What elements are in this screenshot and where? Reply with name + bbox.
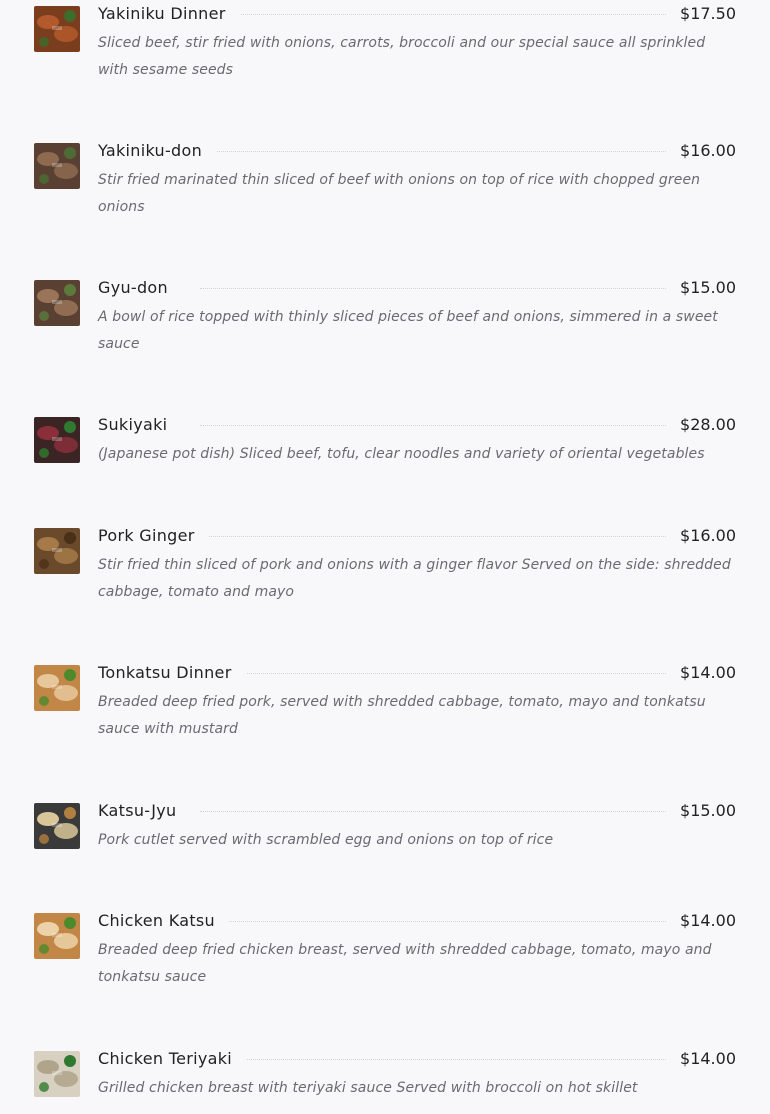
item-price: $17.50 (666, 4, 736, 24)
item-price: $16.00 (666, 526, 736, 546)
dotted-leader (200, 673, 670, 674)
item-price: $14.00 (666, 663, 736, 683)
dotted-leader (200, 536, 670, 537)
item-description: Breaded deep fried pork, served with shr… (98, 694, 706, 737)
item-price: $15.00 (666, 278, 736, 298)
item-name: Sukiyaki (98, 415, 182, 435)
item-price: $16.00 (666, 141, 736, 161)
item-description: Sliced beef, stir fried with onions, car… (98, 35, 706, 78)
item-description: Stir fried thin sliced of pork and onion… (98, 557, 731, 600)
item-description: A bowl of rice topped with thinly sliced… (98, 309, 718, 352)
item-name: Chicken Teriyaki (98, 1049, 247, 1069)
dotted-leader (200, 811, 670, 812)
item-name: Katsu-Jyu (98, 801, 191, 821)
item-price: $28.00 (666, 415, 736, 435)
item-description: Grilled chicken breast with teriyaki sau… (98, 1080, 638, 1096)
item-price: $15.00 (666, 801, 736, 821)
item-description: Stir fried marinated thin sliced of beef… (98, 172, 701, 215)
item-name: Yakiniku-don (98, 141, 217, 161)
item-description: Breaded deep fried chicken breast, serve… (98, 942, 712, 985)
food-photo (34, 280, 80, 326)
food-photo (34, 665, 80, 711)
dotted-leader (200, 14, 670, 15)
dotted-leader (200, 425, 670, 426)
item-price: $14.00 (666, 1049, 736, 1069)
item-name: Pork Ginger (98, 526, 209, 546)
item-price: $14.00 (666, 911, 736, 931)
food-photo (34, 1051, 80, 1097)
item-name: Gyu-don (98, 278, 182, 298)
item-name: Chicken Katsu (98, 911, 229, 931)
food-photo (34, 528, 80, 574)
dotted-leader (200, 151, 670, 152)
food-photo (34, 143, 80, 189)
food-photo (34, 913, 80, 959)
dotted-leader (200, 921, 670, 922)
food-photo (34, 803, 80, 849)
dotted-leader (200, 288, 670, 289)
food-photo (34, 6, 80, 52)
item-description: (Japanese pot dish) Sliced beef, tofu, c… (98, 446, 705, 462)
item-description: Pork cutlet served with scrambled egg an… (98, 832, 554, 848)
menu-list: Yakiniku Dinner $17.50 Sliced beef, stir f… (0, 0, 770, 1114)
item-name: Tonkatsu Dinner (98, 663, 246, 683)
dotted-leader (200, 1059, 670, 1060)
item-name: Yakiniku Dinner (98, 4, 240, 24)
food-photo (34, 417, 80, 463)
